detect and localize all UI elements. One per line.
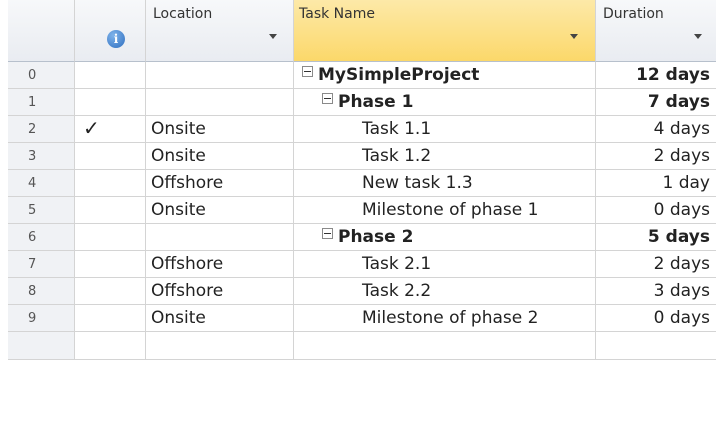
collapse-toggle-icon[interactable] bbox=[322, 93, 333, 104]
task-row[interactable]: 5 Onsite Milestone of phase 1 0 days bbox=[8, 197, 716, 224]
column-header-row: i Location Task Name Duration bbox=[8, 0, 716, 62]
task-name-cell[interactable]: Phase 1 bbox=[294, 89, 596, 116]
empty-cell[interactable] bbox=[146, 332, 294, 360]
duration-dropdown-icon[interactable] bbox=[694, 34, 702, 39]
duration-cell[interactable]: 7 days bbox=[596, 89, 716, 116]
row-id-cell[interactable]: 7 bbox=[8, 251, 75, 278]
duration-cell[interactable]: 0 days bbox=[596, 197, 716, 224]
indicator-cell[interactable] bbox=[75, 305, 146, 332]
location-cell[interactable] bbox=[146, 62, 294, 89]
duration-cell[interactable]: 2 days bbox=[596, 251, 716, 278]
task-name-text: Task 2.2 bbox=[362, 281, 432, 301]
row-id-cell[interactable]: 4 bbox=[8, 170, 75, 197]
location-cell[interactable]: Onsite bbox=[146, 143, 294, 170]
task-name-cell[interactable]: Phase 2 bbox=[294, 224, 596, 251]
column-header-duration[interactable]: Duration bbox=[596, 0, 716, 62]
task-row[interactable]: 7 Offshore Task 2.1 2 days bbox=[8, 251, 716, 278]
task-name-cell[interactable]: Task 1.1 bbox=[294, 116, 596, 143]
location-dropdown-icon[interactable] bbox=[269, 34, 277, 39]
collapse-toggle-icon[interactable] bbox=[302, 66, 313, 77]
location-cell[interactable]: Offshore bbox=[146, 251, 294, 278]
indicator-cell[interactable] bbox=[75, 224, 146, 251]
task-name-cell[interactable]: Milestone of phase 1 bbox=[294, 197, 596, 224]
indicator-cell[interactable] bbox=[75, 278, 146, 305]
task-row[interactable]: 6 Phase 2 5 days bbox=[8, 224, 716, 251]
task-name-text: Task 1.1 bbox=[362, 119, 432, 139]
row-id-cell[interactable]: 2 bbox=[8, 116, 75, 143]
row-id-cell[interactable]: 1 bbox=[8, 89, 75, 116]
task-name-cell[interactable]: Task 2.2 bbox=[294, 278, 596, 305]
task-name-dropdown-icon[interactable] bbox=[570, 34, 578, 39]
task-name-cell[interactable]: MySimpleProject bbox=[294, 62, 596, 89]
completed-check-icon: ✓ bbox=[83, 116, 100, 140]
column-header-duration-label: Duration bbox=[603, 6, 664, 22]
row-header-empty[interactable] bbox=[8, 332, 75, 360]
task-row[interactable]: 1 Phase 1 7 days bbox=[8, 89, 716, 116]
row-id-cell[interactable]: 6 bbox=[8, 224, 75, 251]
task-row[interactable]: 0 MySimpleProject 12 days bbox=[8, 62, 716, 89]
duration-cell[interactable]: 12 days bbox=[596, 62, 716, 89]
task-name-text: Task 1.2 bbox=[362, 146, 432, 166]
task-name-text: New task 1.3 bbox=[362, 173, 473, 193]
location-cell[interactable] bbox=[146, 224, 294, 251]
location-cell[interactable]: Offshore bbox=[146, 278, 294, 305]
task-name-text: Phase 2 bbox=[338, 227, 414, 247]
location-cell[interactable]: Onsite bbox=[146, 305, 294, 332]
row-id-cell[interactable]: 5 bbox=[8, 197, 75, 224]
empty-row[interactable] bbox=[8, 332, 716, 360]
location-cell[interactable] bbox=[146, 89, 294, 116]
indicator-cell[interactable] bbox=[75, 197, 146, 224]
row-id-cell[interactable]: 3 bbox=[8, 143, 75, 170]
empty-cell[interactable] bbox=[596, 332, 716, 360]
task-name-text: Milestone of phase 1 bbox=[362, 200, 539, 220]
indicator-cell[interactable] bbox=[75, 143, 146, 170]
indicator-cell[interactable] bbox=[75, 251, 146, 278]
collapse-toggle-icon[interactable] bbox=[322, 228, 333, 239]
column-header-indicators[interactable]: i bbox=[75, 0, 146, 62]
task-name-cell[interactable]: Task 2.1 bbox=[294, 251, 596, 278]
task-name-cell[interactable]: Task 1.2 bbox=[294, 143, 596, 170]
indicator-cell[interactable]: ✓ bbox=[75, 116, 146, 143]
column-header-location[interactable]: Location bbox=[146, 0, 294, 62]
indicator-cell[interactable] bbox=[75, 62, 146, 89]
indicator-cell[interactable] bbox=[75, 89, 146, 116]
duration-cell[interactable]: 1 day bbox=[596, 170, 716, 197]
indicator-cell[interactable] bbox=[75, 170, 146, 197]
row-id-cell[interactable]: 0 bbox=[8, 62, 75, 89]
task-name-text: Milestone of phase 2 bbox=[362, 308, 539, 328]
duration-cell[interactable]: 3 days bbox=[596, 278, 716, 305]
task-row[interactable]: 2 ✓ Onsite Task 1.1 4 days bbox=[8, 116, 716, 143]
column-header-location-label: Location bbox=[153, 6, 213, 22]
row-id-cell[interactable]: 9 bbox=[8, 305, 75, 332]
empty-cell[interactable] bbox=[75, 332, 146, 360]
location-cell[interactable]: Offshore bbox=[146, 170, 294, 197]
task-row[interactable]: 8 Offshore Task 2.2 3 days bbox=[8, 278, 716, 305]
duration-cell[interactable]: 5 days bbox=[596, 224, 716, 251]
task-row[interactable]: 4 Offshore New task 1.3 1 day bbox=[8, 170, 716, 197]
duration-cell[interactable]: 2 days bbox=[596, 143, 716, 170]
task-name-text: MySimpleProject bbox=[318, 65, 480, 85]
column-header-task-name-label: Task Name bbox=[299, 6, 375, 22]
duration-cell[interactable]: 4 days bbox=[596, 116, 716, 143]
column-header-task-name[interactable]: Task Name bbox=[294, 0, 596, 62]
row-id-cell[interactable]: 8 bbox=[8, 278, 75, 305]
location-cell[interactable]: Onsite bbox=[146, 116, 294, 143]
duration-cell[interactable]: 0 days bbox=[596, 305, 716, 332]
task-name-text: Task 2.1 bbox=[362, 254, 432, 274]
task-name-cell[interactable]: Milestone of phase 2 bbox=[294, 305, 596, 332]
row-header-corner[interactable] bbox=[8, 0, 75, 62]
task-sheet-grid: i Location Task Name Duration 0 MySimpleP… bbox=[8, 0, 716, 360]
task-rows: 0 MySimpleProject 12 days 1 Phase 1 7 days 2 ✓ O… bbox=[8, 62, 716, 332]
empty-cell[interactable] bbox=[294, 332, 596, 360]
task-row[interactable]: 3 Onsite Task 1.2 2 days bbox=[8, 143, 716, 170]
task-row[interactable]: 9 Onsite Milestone of phase 2 0 days bbox=[8, 305, 716, 332]
location-cell[interactable]: Onsite bbox=[146, 197, 294, 224]
task-name-text: Phase 1 bbox=[338, 92, 414, 112]
task-name-cell[interactable]: New task 1.3 bbox=[294, 170, 596, 197]
info-icon: i bbox=[107, 30, 125, 48]
